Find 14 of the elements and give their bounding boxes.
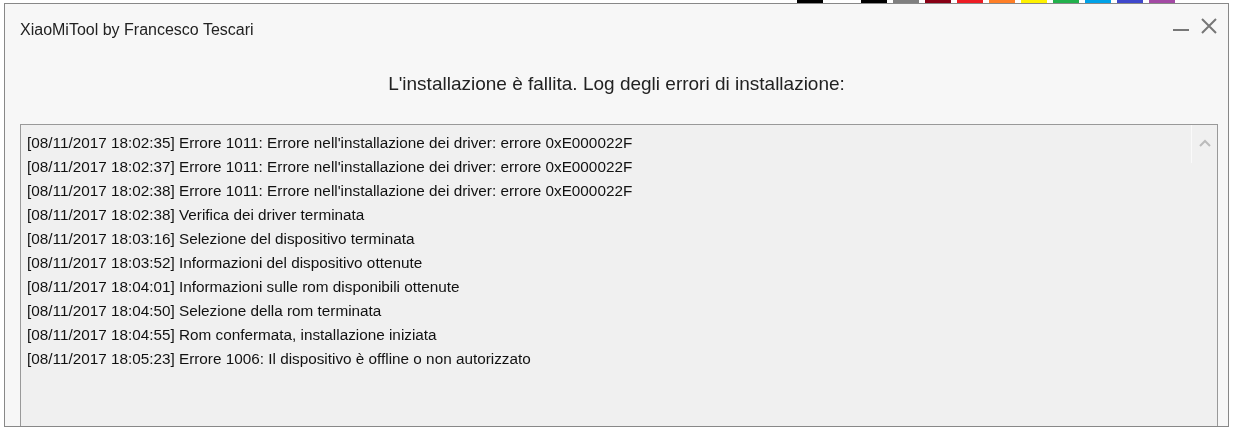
log-line: [08/11/2017 18:04:50] Selezione della rom terminata (27, 301, 383, 321)
close-icon[interactable] (1200, 17, 1218, 35)
window-title: XiaoMiTool by Francesco Tescari (20, 21, 254, 39)
log-line: [08/11/2017 18:03:16] Selezione del dispositivo terminata (27, 229, 416, 249)
log-line: [08/11/2017 18:02:35] Errore 1011: Errore nell'installazione dei driver: errore 0xE000022F (27, 133, 634, 153)
log-line: [08/11/2017 18:02:37] Errore 1011: Errore nell'installazione dei driver: errore 0xE000022F (27, 157, 634, 177)
log-line: [08/11/2017 18:02:38] Errore 1011: Errore nell'installazione dei driver: errore 0xE000022F (27, 181, 634, 201)
log-line: [08/11/2017 18:04:01] Informazioni sulle rom disponibili ottenute (27, 277, 461, 297)
log-line: [08/11/2017 18:02:38] Verifica dei driver terminata (27, 205, 366, 225)
log-line: [08/11/2017 18:04:55] Rom confermata, installazione iniziata (27, 325, 438, 345)
log-text-area[interactable] (20, 124, 1218, 426)
error-heading: L'installazione è fallita. Log degli errori di installazione: (387, 72, 846, 96)
log-line: [08/11/2017 18:05:23] Errore 1006: Il dispositivo è offline o non autorizzato (27, 349, 532, 369)
log-line: [08/11/2017 18:03:52] Informazioni del dispositivo ottenute (27, 253, 424, 273)
